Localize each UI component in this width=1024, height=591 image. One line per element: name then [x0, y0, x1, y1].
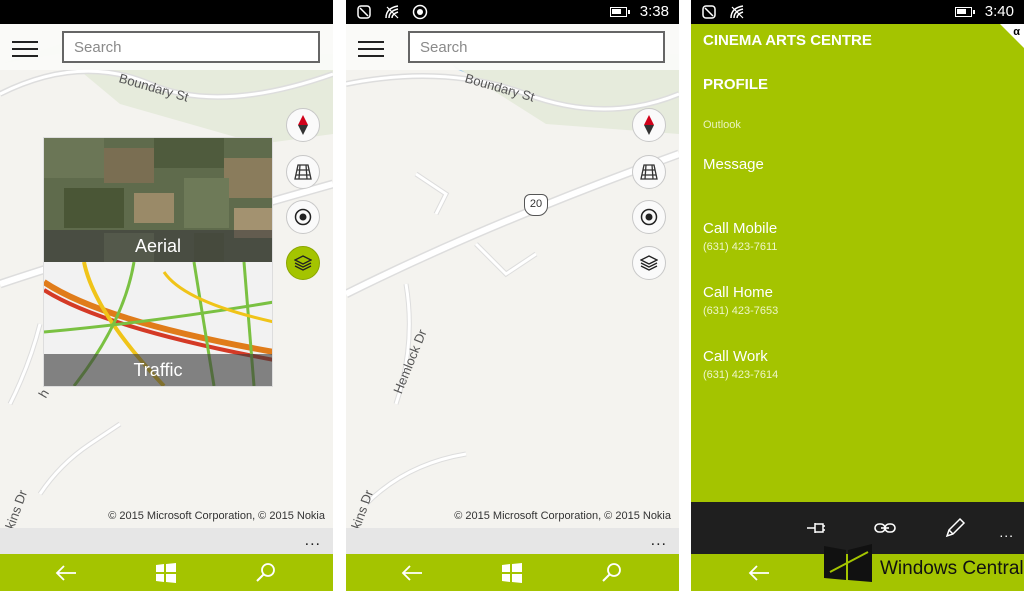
message-action[interactable]: Message	[703, 156, 764, 173]
map-copyright: © 2015 Microsoft Corporation, © 2015 Nok…	[108, 510, 325, 522]
layer-traffic-label: Traffic	[44, 354, 272, 386]
compass-button[interactable]	[632, 108, 666, 142]
map-view-button[interactable]	[286, 155, 320, 189]
wifi-icon	[385, 5, 399, 19]
search-icon[interactable]	[254, 562, 278, 584]
status-bar: 3:40	[691, 0, 1024, 24]
corner-flag	[1000, 24, 1024, 48]
status-bar	[0, 0, 333, 24]
work-number: (631) 423-7614	[703, 369, 779, 381]
hamburger-menu-button[interactable]	[358, 41, 384, 57]
layer-traffic-option[interactable]: Traffic	[44, 262, 272, 386]
locate-me-button[interactable]	[632, 200, 666, 234]
map-roads	[346, 41, 679, 506]
app-bar-collapsed: ...	[0, 528, 333, 554]
status-time: 3:40	[984, 3, 1014, 20]
pin-icon[interactable]	[803, 516, 827, 540]
link-icon[interactable]	[873, 516, 897, 540]
map-copyright: © 2015 Microsoft Corporation, © 2015 Nok…	[454, 510, 671, 522]
layer-aerial-option[interactable]: Aerial	[44, 138, 272, 262]
hamburger-icon	[358, 41, 384, 43]
location-icon	[412, 4, 428, 20]
layers-icon	[294, 255, 312, 271]
status-bar: 3:38	[346, 0, 679, 24]
layer-aerial-label: Aerial	[44, 230, 272, 262]
battery-icon	[955, 7, 975, 17]
phone-screen-maps-layers: Boundary St kins Dr h Search Aerial Traf…	[0, 0, 333, 591]
watermark-text: Windows Central	[880, 558, 1024, 579]
compass-icon	[644, 115, 654, 135]
locate-icon	[294, 208, 312, 226]
search-input[interactable]	[408, 31, 665, 63]
search-input[interactable]	[62, 31, 320, 63]
windows-central-logo	[824, 544, 872, 582]
layers-button[interactable]	[286, 246, 320, 280]
layers-icon	[640, 255, 658, 271]
windows-icon[interactable]	[154, 562, 178, 584]
status-time: 3:38	[639, 3, 669, 20]
notification-icon	[702, 5, 716, 19]
search-icon[interactable]	[600, 562, 624, 584]
grid-view-icon	[640, 164, 658, 180]
edit-icon[interactable]	[943, 516, 967, 540]
wifi-icon	[730, 5, 744, 19]
nav-bar	[346, 554, 679, 591]
phone-screen-maps: 3:38 Boundary St 20 Hemlock Dr kins Dr S…	[346, 0, 679, 591]
route-shield: 20	[524, 194, 548, 216]
home-number: (631) 423-7653	[703, 305, 779, 317]
section-header: PROFILE	[703, 76, 769, 93]
map-top-bar	[346, 24, 679, 70]
more-button[interactable]: ...	[651, 532, 667, 550]
phone-screen-contact-profile: 3:40 α CINEMA ARTS CENTRE PROFILE Outloo…	[691, 0, 1024, 591]
nav-bar	[0, 554, 333, 591]
screenshot-collage: Boundary St kins Dr h Search Aerial Traf…	[0, 0, 1024, 591]
route-shield-number: 20	[529, 198, 543, 210]
call-home-action[interactable]: Call Home	[703, 284, 773, 301]
call-work-action[interactable]: Call Work	[703, 348, 768, 365]
back-icon[interactable]	[400, 562, 424, 584]
grid-view-icon	[294, 164, 312, 180]
locate-me-button[interactable]	[286, 200, 320, 234]
app-bar-collapsed: ...	[346, 528, 679, 554]
mobile-number: (631) 423-7611	[703, 241, 778, 253]
account-source: Outlook	[703, 119, 741, 131]
hamburger-menu-button[interactable]	[12, 41, 38, 57]
hamburger-icon	[12, 41, 38, 43]
layers-flyout: Aerial Traffic	[43, 137, 273, 387]
contact-profile: α CINEMA ARTS CENTRE PROFILE Outlook Mes…	[691, 24, 1024, 502]
locate-icon	[640, 208, 658, 226]
map-top-bar	[0, 24, 333, 70]
notification-icon	[357, 5, 371, 19]
contact-name: CINEMA ARTS CENTRE	[703, 32, 872, 49]
compass-button[interactable]	[286, 108, 320, 142]
back-icon[interactable]	[747, 562, 771, 584]
more-button[interactable]: ...	[999, 524, 1014, 540]
layers-button[interactable]	[632, 246, 666, 280]
map-view[interactable]: Boundary St 20 Hemlock Dr kins Dr	[346, 24, 679, 531]
back-icon[interactable]	[54, 562, 78, 584]
more-button[interactable]: ...	[305, 532, 321, 550]
call-mobile-action[interactable]: Call Mobile	[703, 220, 777, 237]
windows-central-watermark: Windows Central	[824, 542, 1024, 584]
windows-icon[interactable]	[500, 562, 524, 584]
battery-icon	[610, 7, 630, 17]
compass-icon	[298, 115, 308, 135]
map-view-button[interactable]	[632, 155, 666, 189]
corner-mark: α	[1013, 26, 1020, 38]
